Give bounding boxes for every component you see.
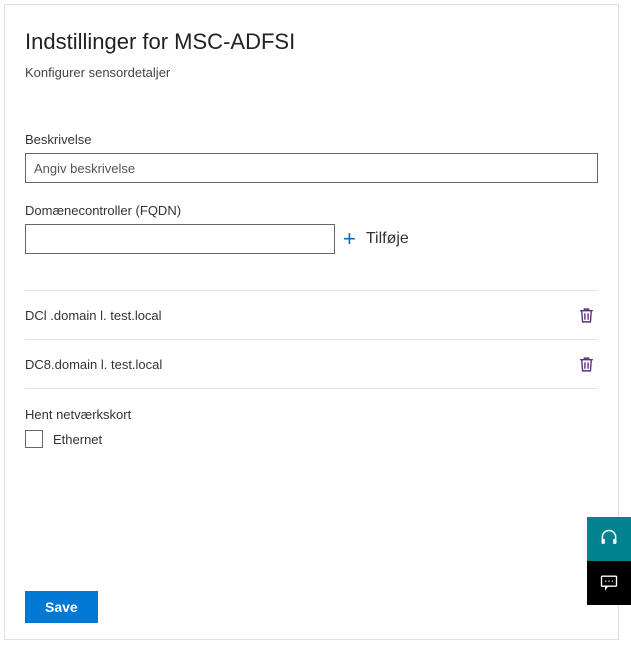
ethernet-label: Ethernet [53, 432, 102, 447]
domain-controller-label: Domænecontroller (FQDN) [25, 203, 598, 218]
save-button[interactable]: Save [25, 591, 98, 623]
ethernet-checkbox[interactable] [25, 430, 43, 448]
feedback-button[interactable] [587, 561, 631, 605]
description-label: Beskrivelse [25, 132, 598, 147]
plus-icon[interactable]: + [343, 228, 356, 250]
dc-list-row: DC8.domain l. test.local [25, 340, 598, 388]
dc-list-row: DCl .domain l. test.local [25, 291, 598, 339]
domain-controller-input[interactable] [25, 224, 335, 254]
add-button-label[interactable]: Tilføje [366, 230, 409, 248]
settings-panel: Indstillinger for MSC-ADFSI Konfigurer s… [4, 4, 619, 640]
domain-controller-field-group: Domænecontroller (FQDN) + Tilføje [25, 203, 598, 254]
headset-icon [599, 528, 619, 551]
delete-icon[interactable] [575, 352, 598, 377]
page-title: Indstillinger for MSC-ADFSI [25, 29, 598, 55]
help-button[interactable] [587, 517, 631, 561]
dc-name: DC8.domain l. test.local [25, 357, 162, 372]
page-subtitle: Konfigurer sensordetaljer [25, 65, 598, 80]
description-field-group: Beskrivelse [25, 132, 598, 183]
network-label: Hent netværkskort [25, 407, 598, 422]
network-option-row: Ethernet [25, 430, 598, 448]
chat-icon [599, 572, 619, 595]
dc-name: DCl .domain l. test.local [25, 308, 162, 323]
description-input[interactable] [25, 153, 598, 183]
delete-icon[interactable] [575, 303, 598, 328]
